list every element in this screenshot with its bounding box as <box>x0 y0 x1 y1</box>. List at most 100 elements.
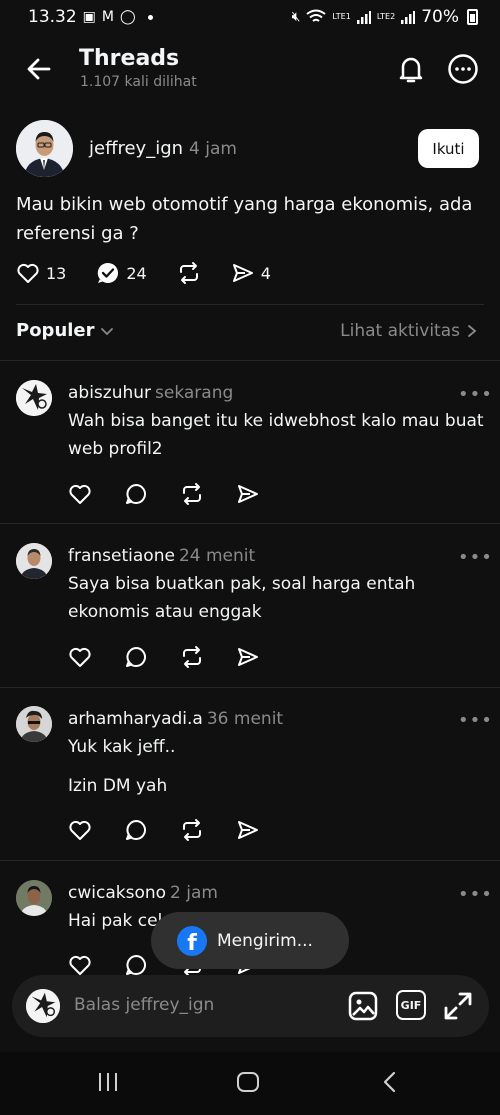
divider <box>16 304 484 305</box>
post-author[interactable]: jeffrey_ign 4 jam <box>89 138 237 159</box>
sort-label[interactable]: Populer <box>16 320 95 341</box>
heart-icon[interactable] <box>68 482 92 506</box>
bell-icon[interactable] <box>394 52 428 86</box>
send-icon[interactable] <box>236 482 260 506</box>
avatar[interactable] <box>16 120 73 177</box>
sim1-label: LTE1 <box>332 12 351 21</box>
reply-text: Yuk kak jeff.. <box>68 737 176 757</box>
send-icon[interactable] <box>231 261 255 285</box>
wifi-icon <box>306 9 327 22</box>
heart-icon[interactable] <box>68 645 92 669</box>
status-time: 13.32 <box>28 7 77 27</box>
reply-author[interactable]: arhamharyadi.a 36 menit <box>68 709 283 729</box>
reply-text: Wah bisa banget itu ke idwebhost kalo ma… <box>68 411 484 459</box>
reply-more-icon[interactable]: ••• <box>458 547 493 568</box>
repost-icon[interactable] <box>180 482 204 506</box>
send-icon[interactable] <box>236 645 260 669</box>
repost-action[interactable] <box>177 261 201 285</box>
sim2-label: LTE2 <box>376 12 396 21</box>
reply-count: 24 <box>126 263 147 283</box>
send-icon[interactable] <box>236 818 260 842</box>
heart-icon[interactable] <box>68 953 92 977</box>
reply-text: Saya bisa buatkan pak, soal harga entah … <box>68 574 416 622</box>
system-nav-bar <box>0 1052 500 1115</box>
view-activity-link[interactable]: Lihat aktivitas <box>340 321 478 341</box>
mute-icon: 🔇︎ <box>291 9 301 25</box>
avatar[interactable] <box>16 543 52 579</box>
status-left: 13.32 ▣ M ◯ <box>28 7 153 27</box>
comment-icon[interactable] <box>124 482 148 506</box>
repost-icon[interactable] <box>177 261 201 285</box>
reply-text: Izin DM yah <box>68 776 168 796</box>
reply-input[interactable]: Balas jeffrey_ign <box>74 995 214 1015</box>
divider <box>0 687 500 688</box>
expand-icon[interactable] <box>442 990 474 1022</box>
comment-icon[interactable] <box>124 953 148 977</box>
image-icon[interactable] <box>347 990 379 1022</box>
post-actions: 13 24 4 <box>16 258 301 288</box>
reply-username[interactable]: abiszuhur <box>68 383 151 403</box>
reply-more-icon[interactable]: ••• <box>458 884 493 905</box>
share-action[interactable]: 4 <box>231 261 271 285</box>
avatar[interactable] <box>16 380 52 416</box>
status-bar: 13.32 ▣ M ◯ 🔇︎ LTE1 LTE2 70% <box>0 0 500 34</box>
reply-time: 2 jam <box>170 883 218 903</box>
view-count: 1.107 kali dilihat <box>80 74 197 90</box>
post-username[interactable]: jeffrey_ign <box>89 138 183 159</box>
reply-time: 36 menit <box>206 709 284 729</box>
share-count: 4 <box>260 263 271 283</box>
notification-dot-icon <box>147 14 153 20</box>
avatar[interactable] <box>16 880 52 916</box>
reply-actions <box>68 818 260 842</box>
divider <box>0 860 500 861</box>
gmail-icon: M <box>101 9 114 25</box>
reply-username[interactable]: cwicaksono <box>68 883 166 903</box>
replied-check-icon[interactable] <box>96 261 120 285</box>
reply-more-icon[interactable]: ••• <box>458 384 493 405</box>
post-text: Mau bikin web otomotif yang harga ekonom… <box>16 194 473 244</box>
reply-actions <box>68 645 260 669</box>
reply-more-icon[interactable]: ••• <box>458 710 493 731</box>
repost-icon[interactable] <box>180 818 204 842</box>
reply-actions <box>68 482 260 506</box>
gallery-icon: ▣ <box>82 9 96 25</box>
facebook-icon: f <box>177 925 207 956</box>
reply-author[interactable]: abiszuhur sekarang <box>68 383 233 403</box>
reply-time: 24 menit <box>178 546 256 566</box>
divider <box>0 523 500 524</box>
reply-author[interactable]: cwicaksono 2 jam <box>68 883 218 903</box>
battery-percent: 70% <box>421 7 459 27</box>
comment-icon[interactable] <box>124 818 148 842</box>
back-arrow-icon[interactable] <box>22 52 56 86</box>
reply-action[interactable]: 24 <box>96 261 147 285</box>
chevron-right-icon <box>468 325 477 337</box>
heart-icon[interactable] <box>68 818 92 842</box>
divider <box>0 360 500 361</box>
whatsapp-icon: ◯ <box>120 9 136 25</box>
gif-icon[interactable]: GIF <box>396 990 426 1020</box>
back-nav-icon[interactable] <box>378 1070 402 1094</box>
reply-username[interactable]: fransetiaone <box>68 546 175 566</box>
activity-label[interactable]: Lihat aktivitas <box>340 321 460 341</box>
header: Threads 1.107 kali dilihat <box>0 40 500 100</box>
sort-dropdown[interactable]: Populer <box>16 320 115 341</box>
avatar <box>26 989 60 1023</box>
reply-composer[interactable]: Balas jeffrey_ign GIF <box>12 975 489 1037</box>
home-icon[interactable] <box>236 1070 260 1094</box>
repost-icon[interactable] <box>180 645 204 669</box>
avatar[interactable] <box>16 706 52 742</box>
recent-apps-icon[interactable] <box>96 1070 120 1094</box>
more-options-icon[interactable] <box>446 52 480 86</box>
chevron-down-icon <box>100 327 113 335</box>
reply-username[interactable]: arhamharyadi.a <box>68 709 203 729</box>
like-action[interactable]: 13 <box>16 261 66 285</box>
follow-button[interactable]: Ikuti <box>418 129 479 168</box>
page-title: Threads <box>79 46 180 71</box>
signal-icon <box>401 11 416 24</box>
reply-time: sekarang <box>155 383 234 403</box>
reply-author[interactable]: fransetiaone 24 menit <box>68 546 255 566</box>
comment-icon[interactable] <box>124 645 148 669</box>
status-right: 🔇︎ LTE1 LTE2 70% <box>292 7 478 27</box>
heart-icon[interactable] <box>16 261 40 285</box>
like-count: 13 <box>46 263 67 283</box>
